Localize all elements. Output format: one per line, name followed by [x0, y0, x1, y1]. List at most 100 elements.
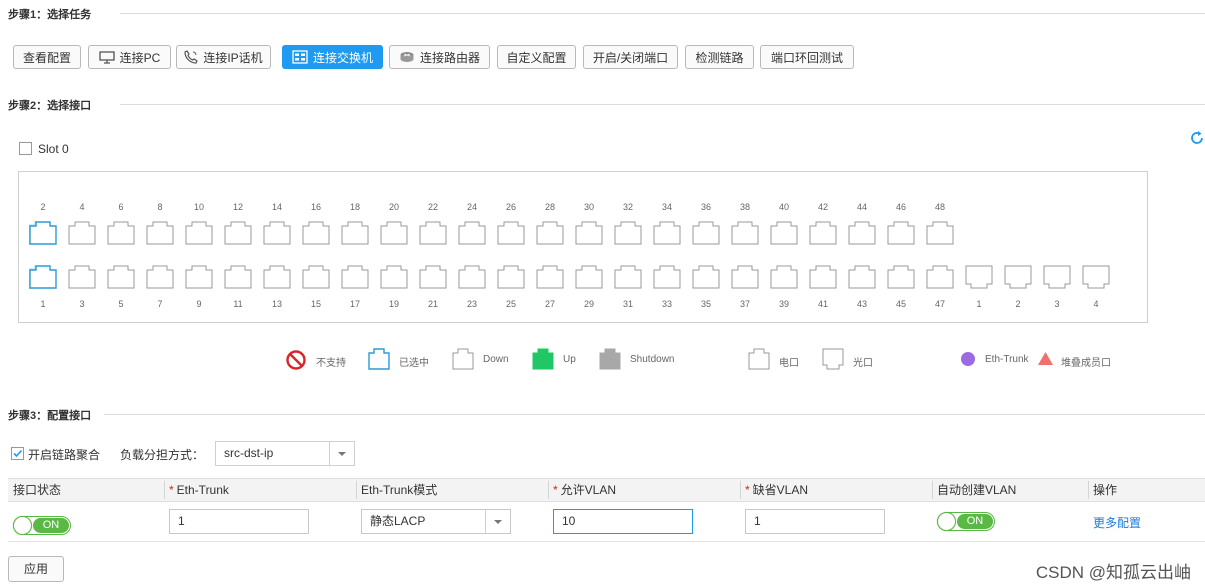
load-balance-dropdown-button[interactable]: [329, 442, 354, 465]
port-electrical[interactable]: [419, 221, 447, 245]
task-button-9[interactable]: 端口环回测试: [760, 45, 854, 69]
port-electrical[interactable]: [575, 221, 603, 245]
port-electrical[interactable]: [224, 221, 252, 245]
port-electrical[interactable]: [692, 265, 720, 289]
port-electrical[interactable]: [614, 221, 642, 245]
router-icon: [399, 50, 415, 64]
load-balance-select[interactable]: src-dst-ip: [215, 441, 355, 466]
port-electrical[interactable]: [536, 221, 564, 245]
port-electrical[interactable]: [887, 221, 915, 245]
task-button-4[interactable]: 连接交换机: [282, 45, 383, 69]
port-number: 10: [193, 202, 204, 212]
port-number: 3: [1054, 299, 1060, 309]
port-electrical[interactable]: [731, 265, 759, 289]
port-optical[interactable]: [1004, 265, 1032, 289]
port-number: 13: [271, 299, 282, 309]
port-electrical[interactable]: [185, 265, 213, 289]
port-electrical[interactable]: [809, 221, 837, 245]
down-port-icon: [452, 348, 474, 370]
task-button-8[interactable]: 检测链路: [685, 45, 754, 69]
port-electrical[interactable]: [302, 265, 330, 289]
port-electrical[interactable]: [146, 265, 174, 289]
allowed-vlan-input[interactable]: 10: [553, 509, 693, 534]
port-electrical[interactable]: [887, 265, 915, 289]
step3-divider: [104, 414, 1205, 415]
mode-dropdown-button[interactable]: [485, 510, 510, 533]
port-selected[interactable]: [29, 265, 57, 289]
port-electrical[interactable]: [146, 221, 174, 245]
task-button-label: 连接IP话机: [203, 50, 263, 65]
task-button-1[interactable]: 查看配置: [13, 45, 81, 69]
port-electrical[interactable]: [68, 265, 96, 289]
port-electrical[interactable]: [770, 265, 798, 289]
more-config-link[interactable]: 更多配置: [1093, 514, 1141, 531]
enable-aggregation-checkbox[interactable]: [11, 447, 24, 460]
step2-title: 步骤2：选择接口: [8, 100, 92, 112]
port-electrical[interactable]: [770, 221, 798, 245]
port-electrical[interactable]: [380, 265, 408, 289]
default-vlan-input[interactable]: 1: [745, 509, 885, 534]
port-optical[interactable]: [965, 265, 993, 289]
port-selected[interactable]: [29, 221, 57, 245]
interface-status-toggle[interactable]: ON: [13, 516, 71, 535]
port-optical[interactable]: [1082, 265, 1110, 289]
port-number: 33: [661, 299, 672, 309]
legend-label-electrical: 电口: [779, 358, 799, 369]
slot-label: Slot 0: [38, 142, 69, 156]
column-header-label: 缺省VLAN: [752, 483, 809, 497]
port-electrical[interactable]: [458, 265, 486, 289]
port-electrical[interactable]: [107, 265, 135, 289]
auto-create-vlan-toggle[interactable]: ON: [937, 512, 995, 531]
port-electrical[interactable]: [575, 265, 603, 289]
port-electrical[interactable]: [224, 265, 252, 289]
port-electrical[interactable]: [692, 221, 720, 245]
task-button-5[interactable]: 连接路由器: [389, 45, 490, 69]
apply-button[interactable]: 应用: [8, 556, 64, 582]
port-electrical[interactable]: [848, 221, 876, 245]
port-electrical[interactable]: [926, 221, 954, 245]
port-electrical[interactable]: [263, 265, 291, 289]
port-electrical[interactable]: [926, 265, 954, 289]
port-electrical[interactable]: [809, 265, 837, 289]
port-number: 15: [310, 299, 321, 309]
port-electrical[interactable]: [731, 221, 759, 245]
column-header-5: * 缺省VLAN: [745, 478, 808, 502]
port-electrical[interactable]: [497, 265, 525, 289]
port-number: 14: [271, 202, 282, 212]
task-button-label: 连接路由器: [419, 50, 480, 65]
legend-label-up: Up: [563, 354, 576, 365]
port-electrical[interactable]: [185, 221, 213, 245]
port-number: 1: [976, 299, 982, 309]
port-electrical[interactable]: [536, 265, 564, 289]
port-electrical[interactable]: [263, 221, 291, 245]
port-electrical[interactable]: [614, 265, 642, 289]
port-electrical[interactable]: [341, 265, 369, 289]
port-number: 1: [40, 299, 46, 309]
port-electrical[interactable]: [107, 221, 135, 245]
port-electrical[interactable]: [497, 221, 525, 245]
refresh-icon[interactable]: [1190, 130, 1205, 146]
port-number: 8: [157, 202, 163, 212]
port-electrical[interactable]: [341, 221, 369, 245]
port-electrical[interactable]: [458, 221, 486, 245]
port-electrical[interactable]: [653, 265, 681, 289]
eth-trunk-mode-select[interactable]: 静态LACP: [361, 509, 511, 534]
legend-label-optical: 光口: [853, 358, 873, 369]
task-button-3[interactable]: 连接IP话机: [176, 45, 271, 69]
slot-checkbox[interactable]: [19, 142, 32, 155]
port-electrical[interactable]: [380, 221, 408, 245]
port-electrical[interactable]: [419, 265, 447, 289]
eth-trunk-input[interactable]: 1: [169, 509, 309, 534]
port-electrical[interactable]: [68, 221, 96, 245]
task-button-2[interactable]: 连接PC: [88, 45, 171, 69]
load-balance-label: 负载分担方式：: [120, 448, 205, 462]
stack-member-icon: [1038, 352, 1053, 365]
port-optical[interactable]: [1043, 265, 1071, 289]
task-button-7[interactable]: 开启/关闭端口: [583, 45, 678, 69]
task-button-6[interactable]: 自定义配置: [497, 45, 576, 69]
port-electrical[interactable]: [848, 265, 876, 289]
port-electrical[interactable]: [302, 221, 330, 245]
port-electrical[interactable]: [653, 221, 681, 245]
legend-label-unsupported: 不支持: [316, 358, 346, 369]
switch-icon: [292, 50, 308, 64]
